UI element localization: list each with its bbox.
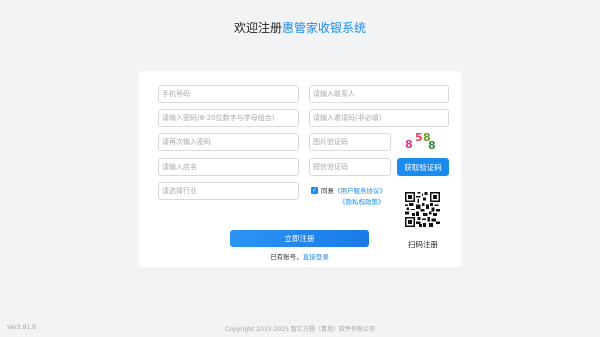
service-agreement-link[interactable]: 《用户服务协议》 xyxy=(334,187,386,195)
industry-select[interactable] xyxy=(158,182,299,200)
copyright-text: Copyright 2015-2025 智汇方圆（青岛）软件有限公司 xyxy=(225,326,375,333)
password-input[interactable] xyxy=(158,109,299,127)
get-sms-code-button[interactable]: 获取验证码 xyxy=(397,158,449,176)
agree-label: 同意 xyxy=(321,187,334,195)
agree-checkbox[interactable]: ✓ xyxy=(311,187,318,194)
login-link[interactable]: 直接登录 xyxy=(303,253,329,261)
title-prefix: 欢迎注册 xyxy=(233,21,282,35)
privacy-policy-link[interactable]: 《隐私权政策》 xyxy=(339,196,385,208)
invite-code-input[interactable] xyxy=(309,109,449,127)
captcha-image[interactable]: 8 5 8 8 xyxy=(404,131,438,152)
confirm-password-input[interactable] xyxy=(158,133,299,151)
captcha-char: 8 xyxy=(428,139,436,152)
sms-code-input[interactable] xyxy=(309,158,391,176)
phone-input[interactable] xyxy=(158,85,299,103)
brand-name: 惠管家收银系统 xyxy=(282,21,367,35)
page-title: 欢迎注册惠管家收银系统 xyxy=(0,21,600,35)
contact-input[interactable] xyxy=(309,85,449,103)
captcha-char: 8 xyxy=(405,138,413,151)
register-button[interactable]: 立即注册 xyxy=(230,230,369,247)
store-name-input[interactable] xyxy=(158,158,299,176)
image-code-input[interactable] xyxy=(309,133,391,151)
scan-register-label: 扫码注册 xyxy=(408,240,438,249)
has-account-text: 已有账号， xyxy=(270,253,303,261)
qr-code-icon xyxy=(405,192,440,227)
login-prompt: 已有账号，直接登录 xyxy=(230,251,369,261)
captcha-char: 5 xyxy=(415,131,423,144)
